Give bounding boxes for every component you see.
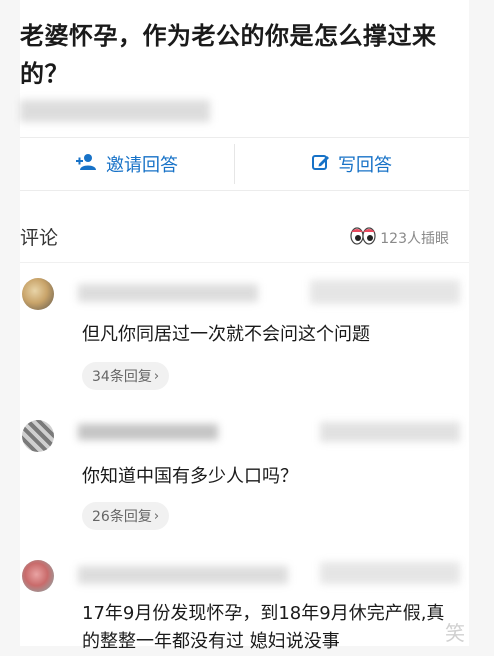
bookmark-stat-label: 123人插眼 bbox=[380, 231, 449, 247]
avatar[interactable] bbox=[22, 278, 54, 310]
chevron-right-icon: › bbox=[153, 368, 160, 384]
edit-pen-icon bbox=[312, 153, 338, 176]
question-title[interactable]: 老婆怀孕，作为老公的你是怎么撑过来的？ bbox=[20, 17, 460, 93]
comments-title: 评论 bbox=[20, 227, 59, 249]
meta-blurred bbox=[320, 422, 460, 442]
comment-text: 但凡你同居过一次就不会问这个问题 bbox=[82, 324, 370, 345]
view-replies-button[interactable]: 26条回复 › bbox=[82, 502, 170, 530]
comment-item: 但凡你同居过一次就不会问这个问题 34条回复 › bbox=[20, 270, 469, 405]
chevron-right-icon: › bbox=[153, 508, 160, 524]
comment-item: 你知道中国有多少人口吗？ 26条回复 › bbox=[20, 410, 469, 550]
avatar[interactable] bbox=[22, 560, 54, 592]
replies-count: 34条回复 bbox=[92, 369, 152, 385]
add-person-icon bbox=[76, 153, 106, 176]
answer-actions-bar: 邀请回答 写回答 bbox=[20, 137, 469, 191]
eyes-icon bbox=[350, 227, 376, 249]
avatar[interactable] bbox=[22, 420, 54, 452]
write-answer-button[interactable]: 写回答 bbox=[235, 138, 469, 190]
meta-blurred bbox=[310, 280, 460, 304]
question-meta-blurred bbox=[20, 100, 210, 122]
comments-header: 评论 123人插眼 bbox=[20, 210, 469, 263]
comment-item: 17年9月份发现怀孕，到18年9月休完产假,真的整整一年都没有过 媳妇说没事 笑 bbox=[20, 552, 469, 652]
meta-blurred bbox=[320, 562, 460, 584]
username-blurred bbox=[78, 424, 218, 440]
view-replies-button[interactable]: 34条回复 › bbox=[82, 362, 170, 390]
replies-count: 26条回复 bbox=[92, 509, 152, 525]
username-blurred bbox=[78, 284, 258, 302]
comments-card: 评论 123人插眼 但凡你同居过一次就不会问这个问题 34条回复 › 你知道中国… bbox=[20, 210, 469, 652]
watermark: 笑 bbox=[445, 621, 465, 645]
invite-answer-label: 邀请回答 bbox=[106, 155, 178, 176]
username-blurred bbox=[78, 566, 288, 584]
invite-answer-button[interactable]: 邀请回答 bbox=[20, 138, 234, 190]
question-card: 老婆怀孕，作为老公的你是怎么撑过来的？ 邀请回答 写回答 bbox=[20, 0, 469, 210]
write-answer-label: 写回答 bbox=[338, 155, 392, 176]
comment-text: 你知道中国有多少人口吗？ bbox=[82, 466, 298, 487]
bookmark-stat[interactable]: 123人插眼 bbox=[350, 227, 449, 249]
comment-text: 17年9月份发现怀孕，到18年9月休完产假,真的整整一年都没有过 媳妇说没事 bbox=[82, 603, 445, 652]
